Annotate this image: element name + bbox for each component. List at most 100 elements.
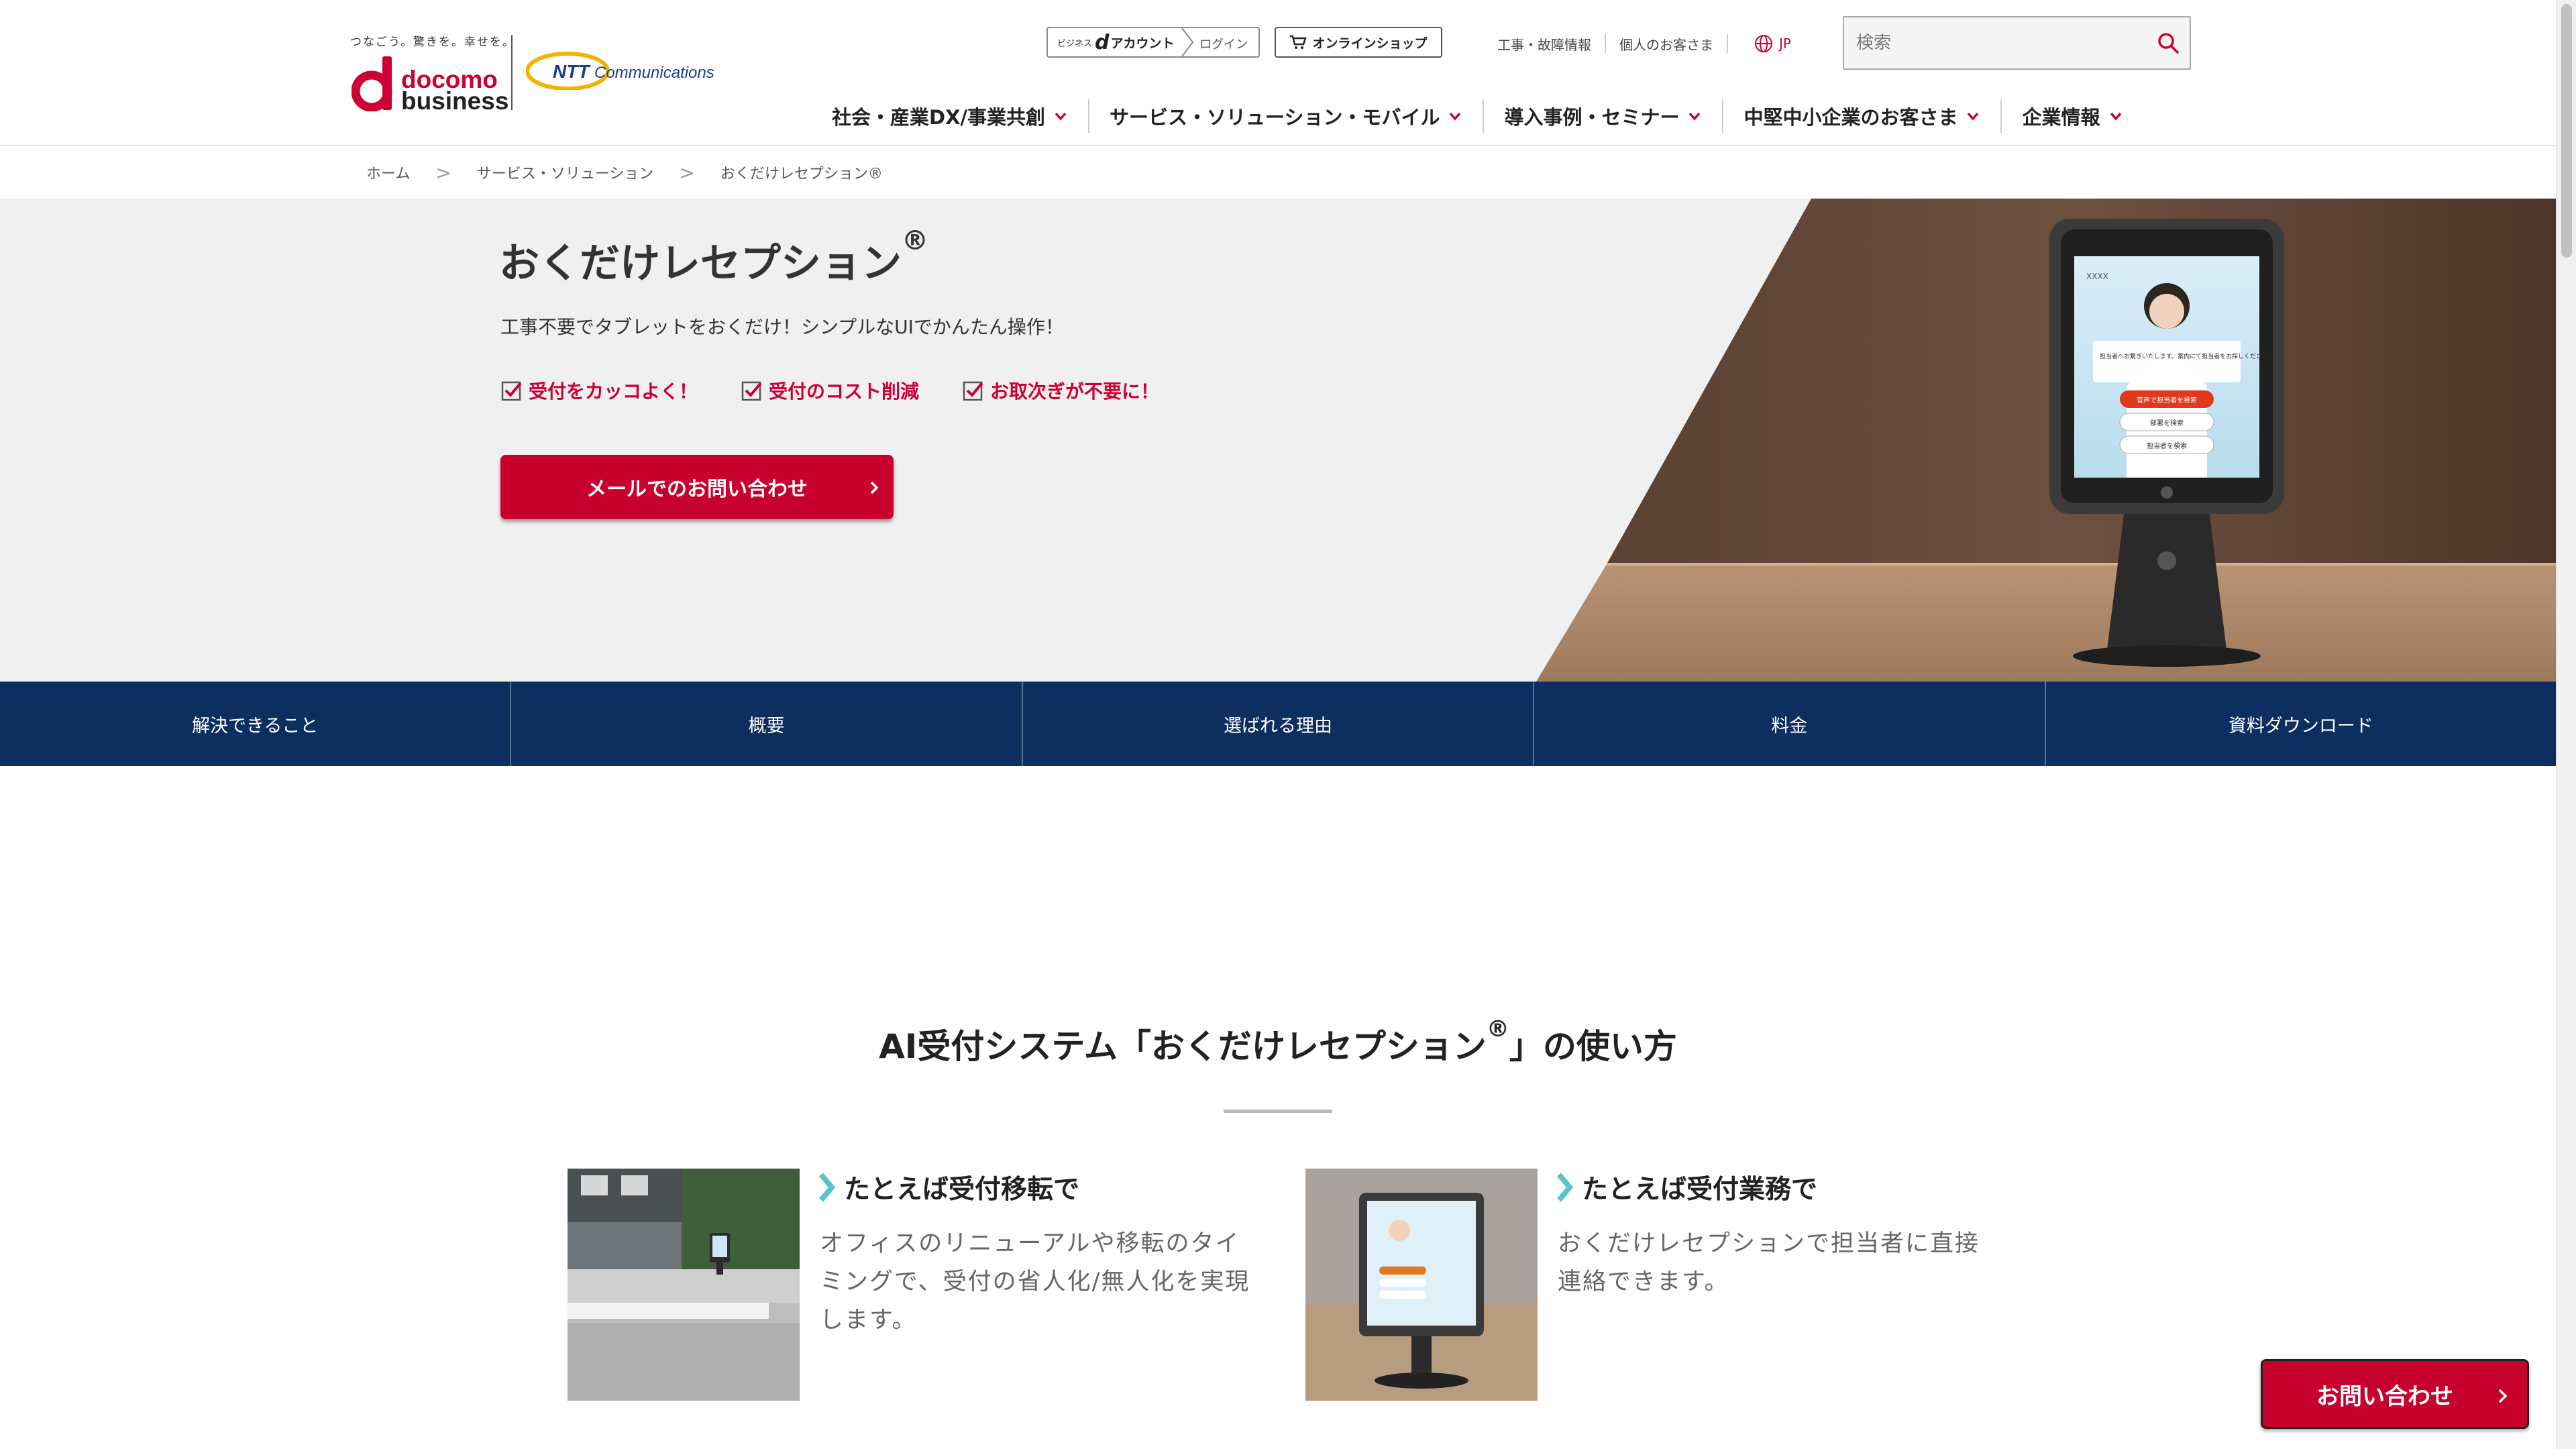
chevron-separator-icon <box>1181 28 1194 56</box>
ntt-communications-logo: NTT Communications <box>526 52 714 90</box>
chevron-down-icon <box>1055 112 1067 121</box>
usecase-heading: たとえば受付業務で <box>1555 1169 1817 1206</box>
registered-mark: ® <box>902 225 928 256</box>
usecase-description: オフィスのリニューアルや移転のタイミングで、受付の省人化/無人化を実現します。 <box>820 1230 1250 1334</box>
breadcrumb-separator: > <box>435 161 451 184</box>
utility-links: 工事・故障情報 個人のお客さま JP <box>1484 34 1791 54</box>
tab-overview[interactable]: 概要 <box>511 682 1023 766</box>
hero-tablet-image: XXXX 担当者へお繋ぎいたします。案内にて担当者をお探しください。 音声で担当… <box>1536 199 2556 682</box>
tablet-person-search-button: 担当者を検索 <box>2147 441 2187 450</box>
chevron-down-icon <box>2110 112 2121 121</box>
ntt-logo-text: NTT <box>553 61 591 82</box>
email-inquiry-button[interactable]: メールでのお問い合わせ <box>500 455 894 519</box>
usecase-card: たとえば受付業務で おくだけレセプションで担当者に直接連絡できます。 <box>1305 1169 2017 1401</box>
breadcrumb-current: おくだけレセプション® <box>720 166 883 182</box>
d-account-label: アカウント <box>1110 36 1175 51</box>
checkbox-icon <box>963 381 983 401</box>
nav-item-label: サービス・ソリューション・モバイル <box>1110 106 1440 129</box>
nav-item-social-dx[interactable]: 社会・産業DX/事業共創 <box>812 99 1090 133</box>
util-link-maintenance[interactable]: 工事・故障情報 <box>1484 34 1605 54</box>
d-account-login-label: ログイン <box>1199 38 1248 52</box>
search-input[interactable] <box>1844 17 2139 68</box>
logo-divider <box>511 35 513 110</box>
nav-item-label: 導入事例・セミナー <box>1504 106 1680 129</box>
checkbox-icon <box>741 381 762 401</box>
d-account-prefix: ビジネス <box>1057 38 1093 49</box>
registered-mark: ® <box>1486 1016 1509 1042</box>
usecase-heading-text: たとえば受付業務で <box>1582 1175 1818 1205</box>
chevron-down-icon <box>1689 112 1701 121</box>
util-link-personal[interactable]: 個人のお客さま <box>1606 34 1727 54</box>
breadcrumb-separator: > <box>679 161 695 184</box>
floating-contact-button[interactable]: お問い合わせ <box>2261 1359 2529 1429</box>
brand-business: business <box>401 87 509 115</box>
tab-reasons[interactable]: 選ばれる理由 <box>1023 682 1535 766</box>
feature-label: お取次ぎが不要に！ <box>990 380 1160 402</box>
hero-subtitle: 工事不要でタブレットをおくだけ！シンプルなUIでかんたん操作！ <box>500 316 1064 338</box>
feature-item: お取次ぎが不要に！ <box>962 377 1159 404</box>
ntt-logo-subtext: Communications <box>594 64 714 82</box>
breadcrumb-home[interactable]: ホーム <box>366 162 410 183</box>
email-inquiry-label: メールでのお問い合わせ <box>586 478 808 501</box>
page-scrollbar[interactable] <box>2556 0 2576 1449</box>
chevron-right-icon <box>2498 1389 2508 1403</box>
reception-desk-image <box>568 1169 800 1401</box>
nav-item-case-studies[interactable]: 導入事例・セミナー <box>1484 99 1724 133</box>
tablet-voice-search-button: 音声で担当者を検索 <box>2137 396 2197 405</box>
chevron-down-icon <box>1450 112 1461 121</box>
tablet-screen-header: XXXX <box>2086 272 2108 281</box>
chevron-right-accent-icon <box>1556 1173 1574 1202</box>
site-header: つなごう。驚きを。幸せを。 docomo business NTT Commun… <box>0 0 2556 146</box>
cart-icon <box>1290 35 1307 49</box>
feature-item: 受付のコスト削減 <box>741 377 919 404</box>
language-switcher[interactable]: JP <box>1728 34 1791 54</box>
nav-item-label: 社会・産業DX/事業共創 <box>832 106 1046 129</box>
usecase-description: おくだけレセプションで担当者に直接連絡できます。 <box>1558 1230 1980 1295</box>
page-anchor-tabs: 解決できること 概要 選ばれる理由 料金 資料ダウンロード <box>0 682 2556 766</box>
docomo-d-logo-icon <box>352 56 392 111</box>
nav-item-company[interactable]: 企業情報 <box>2002 99 2143 133</box>
d-account-logo: d <box>1095 30 1110 54</box>
brand-slogan: つなごう。驚きを。幸せを。 <box>350 36 515 49</box>
page-title: おくだけレセプション® <box>499 225 928 289</box>
main-nav: 社会・産業DX/事業共創 サービス・ソリューション・モバイル 導入事例・セミナー… <box>812 99 2143 133</box>
tab-solutions[interactable]: 解決できること <box>0 682 512 766</box>
tab-pricing[interactable]: 料金 <box>1534 682 2046 766</box>
chevron-right-accent-icon <box>818 1173 836 1202</box>
usecase-heading: たとえば受付移転で <box>817 1169 1079 1206</box>
chevron-right-icon <box>870 481 879 494</box>
usecase-heading-text: たとえば受付移転で <box>844 1175 1080 1205</box>
scrollbar-thumb[interactable] <box>2561 4 2572 258</box>
tablet-department-search-button: 部署を検索 <box>2150 419 2184 427</box>
nav-item-services[interactable]: サービス・ソリューション・モバイル <box>1089 99 1485 133</box>
section-title-suffix: 」の使い方 <box>1509 1027 1677 1066</box>
feature-label: 受付をカッコよく！ <box>529 380 698 402</box>
d-account-login-button[interactable]: ビジネス d アカウント ログイン <box>1046 27 1260 58</box>
checkbox-icon <box>501 381 522 401</box>
online-shop-label: オンラインショップ <box>1312 36 1428 51</box>
section-title: AI受付システム「おくだけレセプション®」の使い方 <box>0 1016 2556 1068</box>
feature-item: 受付をカッコよく！ <box>500 377 698 404</box>
tablet-screen-message: 担当者へお繋ぎいたします。案内にて担当者をお探しください。 <box>2100 352 2274 360</box>
floating-contact-label: お問い合わせ <box>2316 1383 2453 1410</box>
search-icon[interactable] <box>2156 31 2180 55</box>
breadcrumb: ホーム > サービス・ソリューション > おくだけレセプション® <box>0 146 2556 199</box>
chevron-down-icon <box>1968 112 1979 121</box>
nav-item-sme[interactable]: 中堅中小企業のお客さま <box>1723 99 2002 133</box>
site-logo[interactable]: つなごう。驚きを。幸せを。 docomo business NTT Commun… <box>350 32 718 113</box>
nav-item-label: 中堅中小企業のお客さま <box>1743 106 1958 129</box>
language-label: JP <box>1779 36 1791 52</box>
tablet-stand-image <box>1305 1169 1538 1401</box>
page-title-text: おくだけレセプション <box>499 240 902 287</box>
usecase-card: たとえば受付移転で オフィスのリニューアルや移転のタイミングで、受付の省人化/無… <box>568 1169 1279 1401</box>
breadcrumb-services[interactable]: サービス・ソリューション <box>477 162 654 183</box>
tab-downloads[interactable]: 資料ダウンロード <box>2046 682 2556 766</box>
globe-icon <box>1755 35 1772 52</box>
search-box <box>1843 16 2191 70</box>
section-title-prefix: AI受付システム「おくだけレセプション <box>879 1027 1487 1066</box>
hero-section: XXXX 担当者へお繋ぎいたします。案内にて担当者をお探しください。 音声で担当… <box>0 199 2556 682</box>
feature-label: 受付のコスト削減 <box>769 380 920 402</box>
section-title-underline <box>1224 1110 1332 1113</box>
online-shop-button[interactable]: オンラインショップ <box>1275 27 1442 58</box>
feature-list: 受付をカッコよく！ 受付のコスト削減 お取次ぎが不要に！ <box>500 377 1159 404</box>
